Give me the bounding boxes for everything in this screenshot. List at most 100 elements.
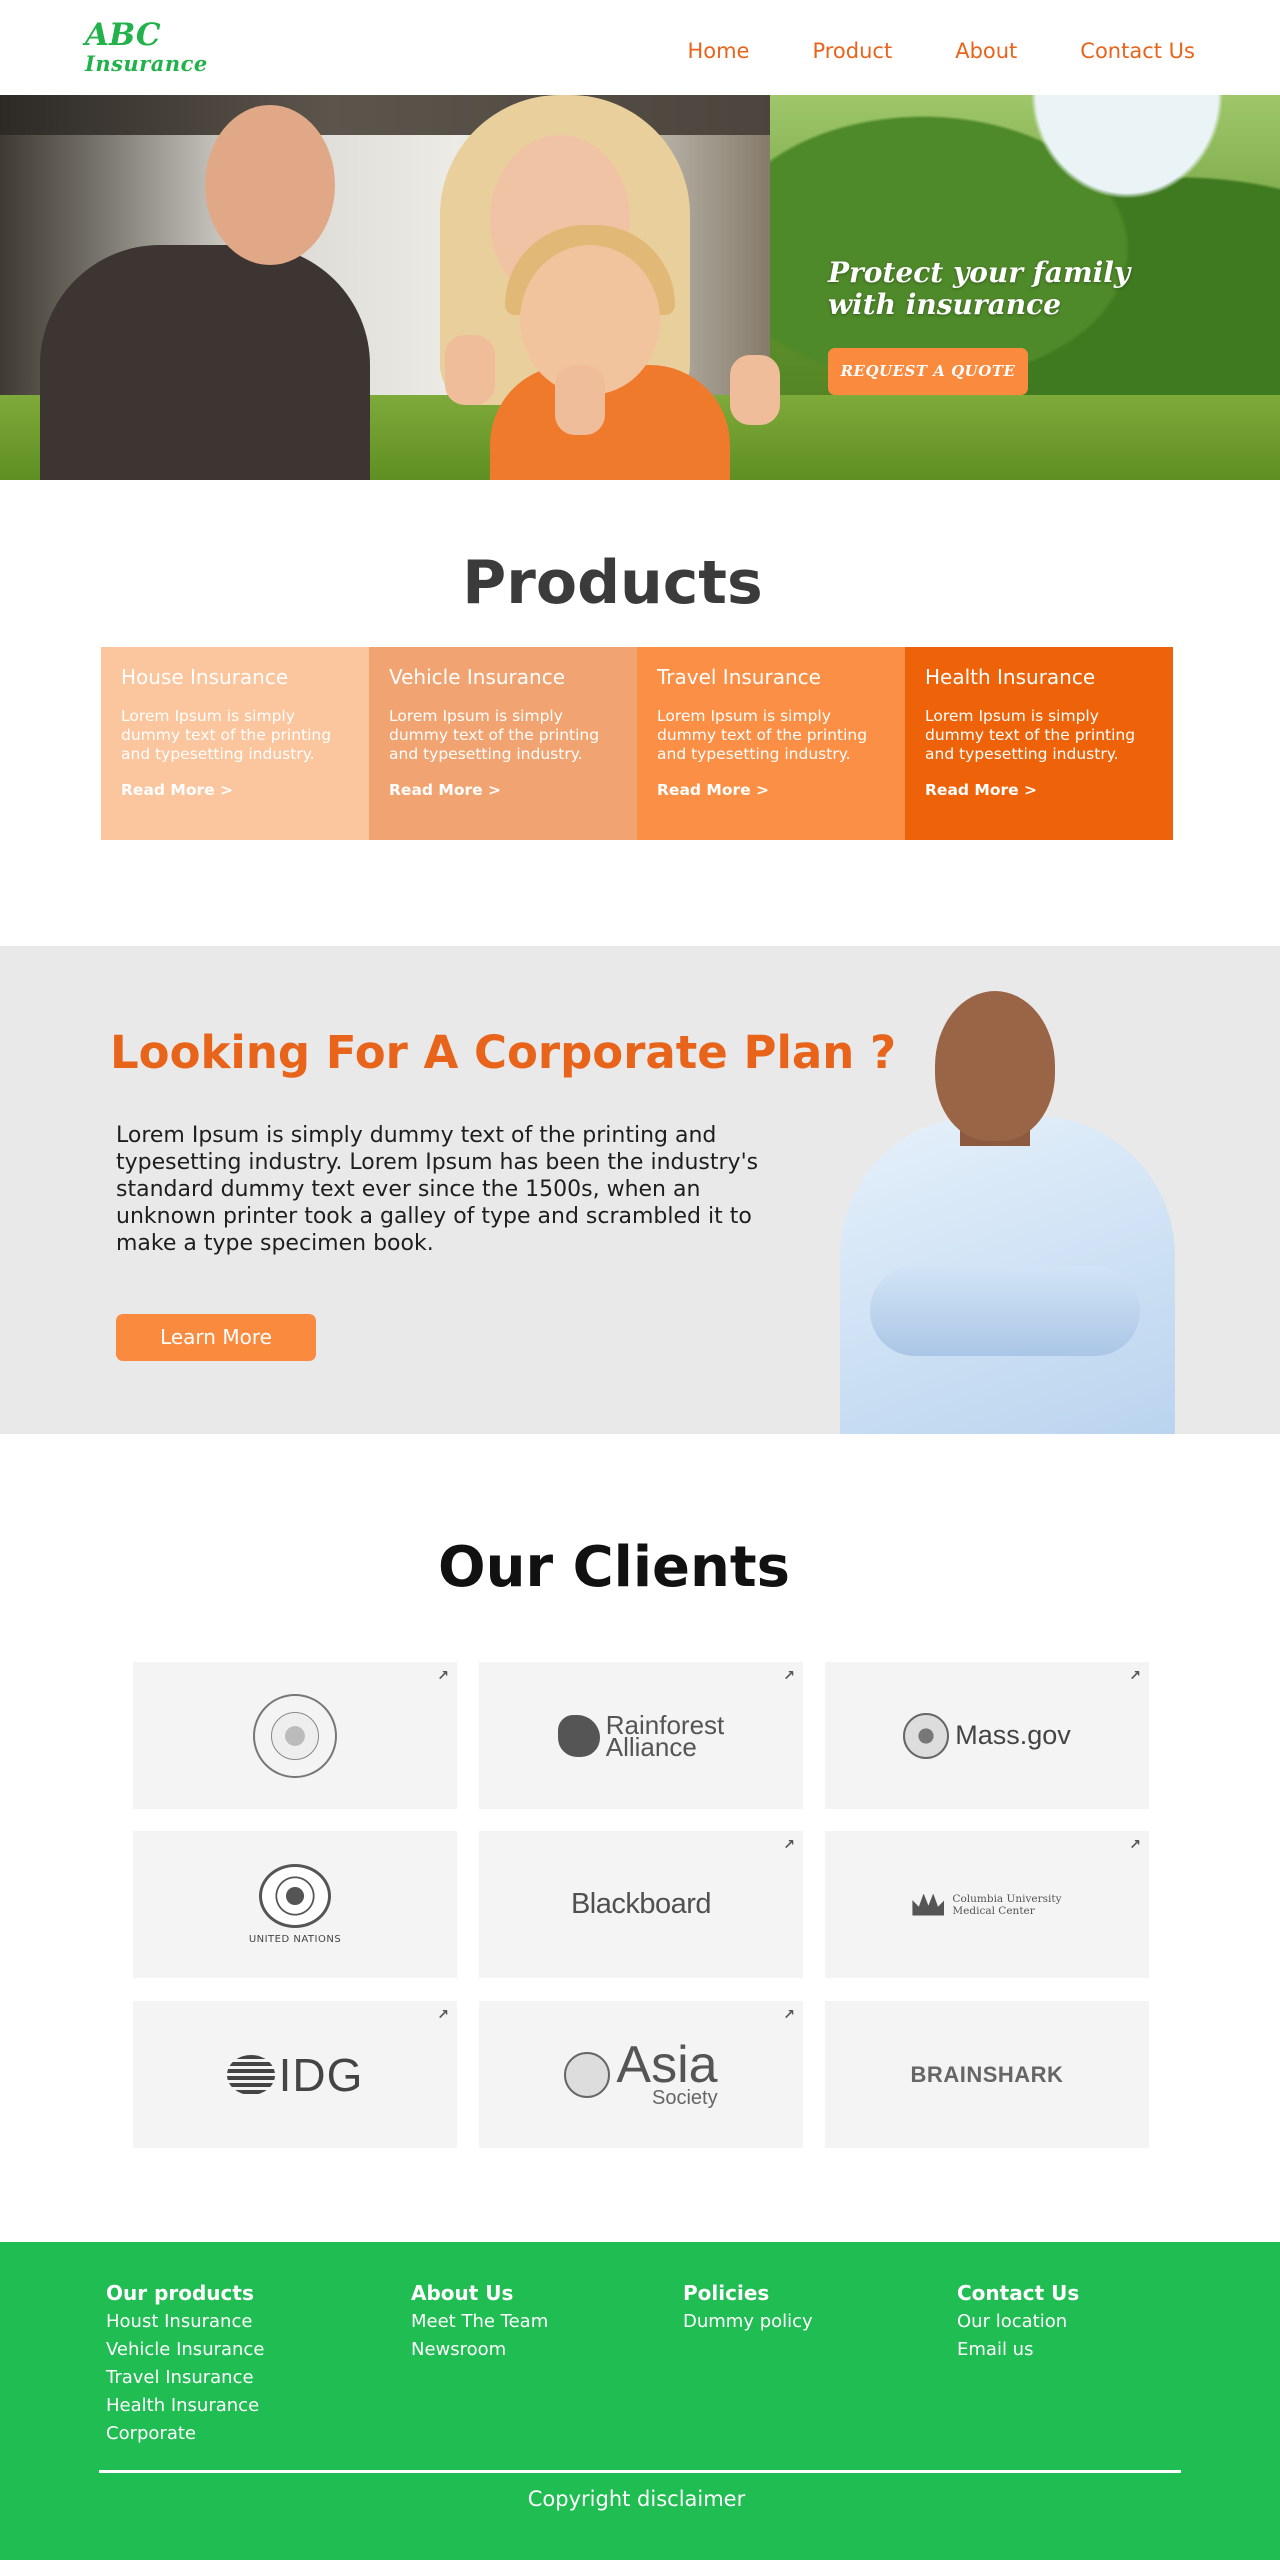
read-more-link[interactable]: Read More > bbox=[925, 781, 1153, 799]
corporate-plan-section: Looking For A Corporate Plan ? Lorem Ips… bbox=[0, 946, 1280, 1434]
external-link-icon: ↗ bbox=[783, 1668, 795, 1684]
external-link-icon: ↗ bbox=[783, 2007, 795, 2023]
rainforest-alliance-logo: Rainforest Alliance bbox=[557, 1712, 724, 1760]
footer-link[interactable]: Vehicle Insurance bbox=[106, 2336, 264, 2364]
striped-globe-icon bbox=[226, 2054, 275, 2095]
product-card-description: Lorem Ipsum is simply dummy text of the … bbox=[389, 707, 600, 763]
site-footer: Our products Houst Insurance Vehicle Ins… bbox=[0, 2242, 1280, 2560]
nav-home[interactable]: Home bbox=[687, 38, 749, 64]
read-more-link[interactable]: Read More > bbox=[389, 781, 617, 799]
footer-link[interactable]: Meet The Team bbox=[411, 2308, 548, 2336]
products-heading: Products bbox=[462, 548, 763, 618]
clients-heading: Our Clients bbox=[437, 1535, 791, 1600]
brainshark-logo: BRAINSHARK bbox=[910, 2061, 1064, 2087]
footer-link[interactable]: Our location bbox=[957, 2308, 1079, 2336]
external-link-icon: ↗ bbox=[437, 1668, 449, 1684]
footer-col-policies: Policies Dummy policy bbox=[683, 2280, 813, 2336]
footer-link[interactable]: Houst Insurance bbox=[106, 2308, 264, 2336]
hero-tagline-line-2: with insurance bbox=[828, 288, 1062, 321]
logo-text: IDG bbox=[278, 2048, 364, 2101]
logo-line-1: ABC bbox=[85, 17, 161, 53]
footer-heading: Policies bbox=[683, 2281, 770, 2305]
product-card-description: Lorem Ipsum is simply dummy text of the … bbox=[121, 707, 332, 763]
client-tile-columbia-medical[interactable]: ↗ Columbia University Medical Center bbox=[825, 1831, 1149, 1978]
logo-text: Mass.gov bbox=[955, 1720, 1071, 1750]
client-tile-idg[interactable]: ↗ IDG bbox=[133, 2001, 457, 2148]
businessman-crossed-arms bbox=[870, 1266, 1140, 1356]
footer-heading: Our products bbox=[106, 2281, 254, 2305]
footer-link[interactable]: Health Insurance bbox=[106, 2392, 264, 2420]
client-tile-mass-gov[interactable]: ↗ Mass.gov bbox=[825, 1662, 1149, 1809]
client-tile-asia-society[interactable]: ↗ Asia Society bbox=[479, 2001, 803, 2148]
footer-link[interactable]: Travel Insurance bbox=[106, 2364, 264, 2392]
logo-text: Columbia University bbox=[952, 1892, 1062, 1905]
logo-line-2: Insurance bbox=[85, 51, 208, 76]
hero-father-head bbox=[205, 105, 335, 265]
corporate-plan-heading: Looking For A Corporate Plan ? bbox=[110, 1026, 897, 1079]
hero-thumbs-up bbox=[445, 335, 495, 405]
hero-roof bbox=[0, 95, 830, 135]
site-logo[interactable]: ABC Insurance bbox=[85, 18, 208, 76]
product-card-health[interactable]: Health Insurance Lorem Ipsum is simply d… bbox=[905, 647, 1173, 840]
mass-gov-logo: Mass.gov bbox=[903, 1712, 1071, 1759]
external-link-icon: ↗ bbox=[783, 1837, 795, 1853]
frog-icon bbox=[557, 1714, 600, 1757]
copyright-disclaimer[interactable]: Copyright disclaimer bbox=[0, 2486, 1273, 2512]
product-card-description: Lorem Ipsum is simply dummy text of the … bbox=[657, 707, 868, 763]
columbia-medical-center-logo: Columbia University Medical Center bbox=[912, 1892, 1062, 1917]
idg-logo: IDG bbox=[226, 2048, 364, 2102]
main-nav: Home Product About Contact Us bbox=[687, 38, 1195, 64]
footer-link[interactable]: Dummy policy bbox=[683, 2308, 813, 2336]
footer-heading: Contact Us bbox=[957, 2281, 1080, 2305]
client-tile-san-francisco[interactable]: ↗ bbox=[133, 1662, 457, 1809]
product-card-vehicle[interactable]: Vehicle Insurance Lorem Ipsum is simply … bbox=[369, 647, 637, 840]
read-more-link[interactable]: Read More > bbox=[657, 781, 885, 799]
businessman-head bbox=[935, 991, 1055, 1141]
product-card-title: Health Insurance bbox=[925, 665, 1096, 689]
logo-text: UNITED NATIONS bbox=[248, 1934, 342, 1945]
footer-link[interactable]: Email us bbox=[957, 2336, 1079, 2364]
product-card-title: Travel Insurance bbox=[657, 665, 821, 689]
footer-link[interactable]: Corporate bbox=[106, 2420, 264, 2448]
corporate-plan-text: Lorem Ipsum is simply dummy text of the … bbox=[116, 1123, 759, 1256]
product-card-title: House Insurance bbox=[121, 665, 289, 689]
logo-text: Asia bbox=[616, 2035, 718, 2094]
hero-banner: Protect your family with insurance REQUE… bbox=[0, 95, 1280, 480]
footer-col-products: Our products Houst Insurance Vehicle Ins… bbox=[106, 2280, 264, 2448]
nav-product[interactable]: Product bbox=[812, 38, 892, 64]
external-link-icon: ↗ bbox=[1129, 1668, 1141, 1684]
site-header: ABC Insurance Home Product About Contact… bbox=[0, 0, 1280, 95]
footer-divider bbox=[99, 2470, 1181, 2473]
product-cards: House Insurance Lorem Ipsum is simply du… bbox=[101, 647, 1173, 840]
product-card-house[interactable]: House Insurance Lorem Ipsum is simply du… bbox=[101, 647, 369, 840]
nav-contact-us[interactable]: Contact Us bbox=[1080, 38, 1195, 64]
client-tile-united-nations[interactable]: UNITED NATIONS bbox=[133, 1831, 457, 1978]
client-tile-rainforest-alliance[interactable]: ↗ Rainforest Alliance bbox=[479, 1662, 803, 1809]
client-tile-blackboard[interactable]: ↗ Blackboard bbox=[479, 1831, 803, 1978]
hero-tagline-line-1: Protect your family bbox=[828, 256, 1131, 289]
asia-society-logo: Asia Society bbox=[564, 2035, 718, 2108]
footer-col-contact: Contact Us Our location Email us bbox=[957, 2280, 1079, 2364]
learn-more-button[interactable]: Learn More bbox=[116, 1314, 316, 1361]
un-emblem-icon bbox=[258, 1864, 331, 1928]
hero-tagline: Protect your family with insurance bbox=[828, 257, 1130, 321]
nav-about[interactable]: About bbox=[955, 38, 1017, 64]
external-link-icon: ↗ bbox=[1129, 1837, 1141, 1853]
footer-col-about: About Us Meet The Team Newsroom bbox=[411, 2280, 548, 2364]
product-card-title: Vehicle Insurance bbox=[389, 665, 566, 689]
request-quote-button[interactable]: REQUEST A QUOTE bbox=[828, 348, 1028, 395]
hero-thumbs-up bbox=[555, 365, 605, 435]
product-card-description: Lorem Ipsum is simply dummy text of the … bbox=[925, 707, 1136, 763]
external-link-icon: ↗ bbox=[437, 2007, 449, 2023]
city-seal-logo bbox=[253, 1693, 337, 1778]
client-tile-brainshark[interactable]: BRAINSHARK bbox=[825, 2001, 1149, 2148]
product-card-travel[interactable]: Travel Insurance Lorem Ipsum is simply d… bbox=[637, 647, 905, 840]
footer-link[interactable]: Newsroom bbox=[411, 2336, 548, 2364]
hero-father-figure bbox=[40, 245, 370, 480]
hero-thumbs-up bbox=[730, 355, 780, 425]
blackboard-logo: Blackboard bbox=[570, 1888, 712, 1920]
united-nations-logo: UNITED NATIONS bbox=[249, 1864, 341, 1945]
read-more-link[interactable]: Read More > bbox=[121, 781, 349, 799]
crown-icon bbox=[912, 1893, 945, 1916]
logo-text: Medical Center bbox=[952, 1904, 1035, 1917]
